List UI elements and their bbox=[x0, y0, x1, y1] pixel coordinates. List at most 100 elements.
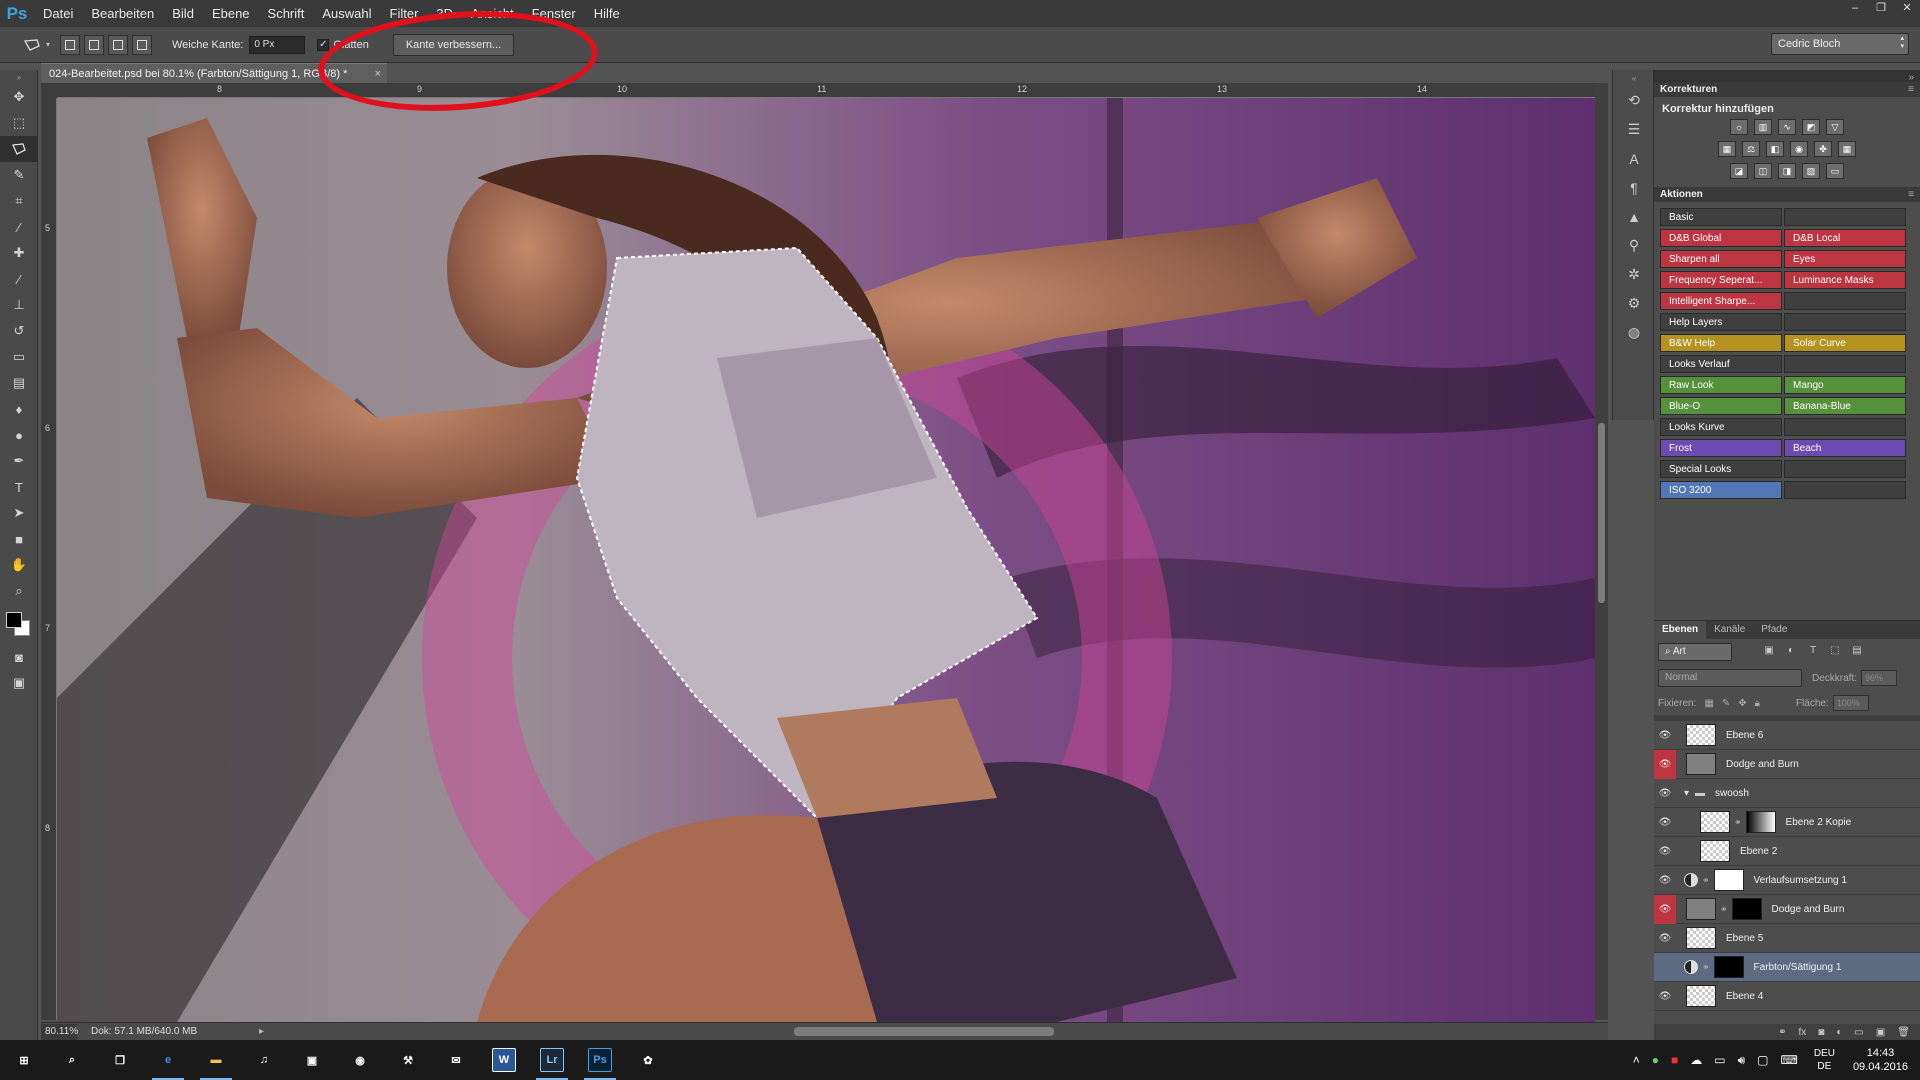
panel-menu-icon[interactable]: ≡ bbox=[1908, 82, 1914, 97]
vertical-scrollbar[interactable] bbox=[1595, 83, 1608, 1020]
action-item[interactable]: Beach bbox=[1784, 439, 1906, 457]
action-item[interactable]: Frequency Seperat... bbox=[1660, 271, 1782, 289]
subtract-selection-icon[interactable] bbox=[108, 34, 128, 55]
notification-icon[interactable]: ▢ bbox=[1757, 1053, 1768, 1067]
photo-filter-icon[interactable]: ◉ bbox=[1790, 141, 1808, 157]
eyedropper-icon[interactable]: ⁄ bbox=[0, 214, 38, 240]
lasso-tool-icon[interactable] bbox=[0, 136, 38, 162]
checkmark-icon[interactable]: ✓ bbox=[317, 38, 330, 51]
menu-bearbeiten[interactable]: Bearbeiten bbox=[82, 0, 163, 27]
close-button[interactable]: ✕ bbox=[1894, 0, 1920, 18]
tray-chevron-icon[interactable]: ˄ bbox=[1633, 1053, 1640, 1067]
visibility-eye-icon[interactable]: 👁︎ bbox=[1654, 721, 1676, 750]
tool-presets-icon[interactable]: ⚲ bbox=[1613, 231, 1655, 260]
mask-link-icon[interactable]: ⚭ bbox=[1720, 904, 1728, 915]
action-item[interactable]: Banana-Blue bbox=[1784, 397, 1906, 415]
tray-security-icon[interactable]: ■ bbox=[1671, 1053, 1678, 1067]
tab-ebenen[interactable]: Ebenen bbox=[1654, 621, 1707, 639]
tool-preset-arrow-icon[interactable]: ▾ bbox=[46, 40, 60, 49]
tray-cloud-icon[interactable]: ☁ bbox=[1690, 1053, 1702, 1067]
intersect-selection-icon[interactable] bbox=[132, 34, 152, 55]
history-brush-icon[interactable]: ↺ bbox=[0, 318, 38, 344]
kuler-panel-icon[interactable]: ◍ bbox=[1613, 318, 1655, 347]
quick-mask-icon[interactable]: ◙ bbox=[0, 644, 38, 670]
vibrance-icon[interactable]: ▽ bbox=[1826, 119, 1844, 135]
taskbar-word-icon[interactable]: W bbox=[480, 1040, 528, 1080]
properties-panel-icon[interactable]: ☰ bbox=[1613, 115, 1655, 144]
brush-settings-icon[interactable]: ✲ bbox=[1613, 260, 1655, 289]
visibility-eye-icon[interactable]: 👁︎ bbox=[1654, 866, 1676, 895]
layer-row[interactable]: 👁︎ Ebene 4 bbox=[1654, 982, 1920, 1011]
color-lookup-icon[interactable]: ▦ bbox=[1838, 141, 1856, 157]
mask-link-icon[interactable]: ⚭ bbox=[1702, 962, 1710, 973]
lock-position-icon[interactable]: ✥ bbox=[1738, 698, 1746, 709]
minimize-button[interactable]: – bbox=[1842, 0, 1868, 18]
horizontal-scroll-thumb[interactable] bbox=[794, 1027, 1054, 1036]
black-white-icon[interactable]: ◧ bbox=[1766, 141, 1784, 157]
keyboard-icon[interactable]: ⌨ bbox=[1780, 1053, 1797, 1067]
taskbar-steam-icon[interactable]: ◉ bbox=[336, 1040, 384, 1080]
invert-icon[interactable]: ◪ bbox=[1730, 163, 1748, 179]
visibility-eye-icon[interactable]: 👁︎ bbox=[1654, 808, 1676, 837]
color-swatches[interactable] bbox=[0, 604, 38, 644]
healing-brush-icon[interactable]: ✚ bbox=[0, 240, 38, 266]
layer-mask-thumbnail[interactable] bbox=[1731, 898, 1762, 920]
taskbar-mail-icon[interactable]: ✉ bbox=[432, 1040, 480, 1080]
polygonal-lasso-icon[interactable] bbox=[18, 33, 46, 57]
action-item[interactable]: Basic bbox=[1660, 208, 1782, 226]
lock-pixels-icon[interactable]: ✎ bbox=[1722, 698, 1730, 709]
collapse-icon[interactable]: » bbox=[0, 70, 38, 84]
taskbar-tool-icon[interactable]: ⚒ bbox=[384, 1040, 432, 1080]
action-item[interactable]: Help Layers bbox=[1660, 313, 1782, 331]
move-tool-icon[interactable]: ✥ bbox=[0, 84, 38, 110]
add-selection-icon[interactable] bbox=[84, 34, 104, 55]
fill-input[interactable]: 100% bbox=[1832, 695, 1869, 711]
taskbar-task-view-icon[interactable]: ❐ bbox=[96, 1040, 144, 1080]
opacity-input[interactable]: 96% bbox=[1861, 670, 1898, 686]
histogram-panel-icon[interactable]: ▲ bbox=[1613, 202, 1655, 231]
action-item[interactable] bbox=[1784, 460, 1906, 478]
collapse-icon[interactable]: « bbox=[1613, 70, 1655, 86]
menu-bild[interactable]: Bild bbox=[163, 0, 203, 27]
tab-kanaele[interactable]: Kanäle bbox=[1706, 621, 1753, 639]
action-item[interactable]: ISO 3200 bbox=[1660, 481, 1782, 499]
layer-row[interactable]: 👁︎ ⚭ Dodge and Burn bbox=[1654, 894, 1920, 924]
feather-input[interactable] bbox=[249, 35, 306, 54]
menu-schrift[interactable]: Schrift bbox=[259, 0, 314, 27]
dodge-tool-icon[interactable]: ● bbox=[0, 422, 38, 448]
character-panel-icon[interactable]: A bbox=[1613, 144, 1655, 173]
lock-transparency-icon[interactable]: ▦ bbox=[1704, 698, 1713, 709]
history-panel-icon[interactable]: ⟲ bbox=[1613, 86, 1655, 115]
action-item[interactable]: Raw Look bbox=[1660, 376, 1782, 394]
screen-mode-icon[interactable]: ▣ bbox=[0, 670, 38, 696]
pen-tool-icon[interactable]: ✒ bbox=[0, 448, 38, 474]
blur-tool-icon[interactable]: ♦ bbox=[0, 396, 38, 422]
restore-button[interactable]: ❐ bbox=[1868, 0, 1894, 18]
levels-icon[interactable]: ▥ bbox=[1754, 119, 1772, 135]
action-item[interactable]: Eyes bbox=[1784, 250, 1906, 268]
vertical-scroll-thumb[interactable] bbox=[1598, 423, 1605, 603]
path-selection-icon[interactable]: ➤ bbox=[0, 500, 38, 526]
color-balance-icon[interactable]: ⚖ bbox=[1742, 141, 1760, 157]
tray-app-icon[interactable]: ● bbox=[1652, 1053, 1659, 1067]
action-item[interactable]: Luminance Masks bbox=[1784, 271, 1906, 289]
visibility-eye-icon[interactable]: 👁︎ bbox=[1654, 924, 1676, 953]
brightness-icon[interactable]: ☼ bbox=[1730, 119, 1748, 135]
document-size[interactable]: Dok: 57.1 MB/640.0 MB bbox=[91, 1026, 259, 1037]
link-layers-icon[interactable]: ⚭ bbox=[1778, 1027, 1786, 1038]
add-mask-icon[interactable]: ◙ bbox=[1818, 1027, 1824, 1038]
hue-saturation-icon[interactable]: ▦ bbox=[1718, 141, 1736, 157]
quick-selection-icon[interactable]: ✎ bbox=[0, 162, 38, 188]
selective-color-icon[interactable]: ▭ bbox=[1826, 163, 1844, 179]
fx-icon[interactable]: fx bbox=[1799, 1027, 1807, 1038]
channel-mixer-icon[interactable]: ✤ bbox=[1814, 141, 1832, 157]
taskbar-explorer-icon[interactable]: ▬ bbox=[192, 1040, 240, 1080]
layer-row[interactable]: 👁︎ Dodge and Burn bbox=[1654, 749, 1920, 779]
hand-tool-icon[interactable]: ✋ bbox=[0, 552, 38, 578]
language-indicator[interactable]: DEU DE bbox=[1814, 1047, 1835, 1073]
filter-smart-object-icon[interactable]: ▤ bbox=[1850, 645, 1864, 659]
taskbar-start-icon[interactable]: ⊞ bbox=[0, 1040, 48, 1080]
filter-type-icon[interactable]: T bbox=[1806, 645, 1820, 659]
status-arrow-icon[interactable]: ▸ bbox=[259, 1026, 264, 1037]
marquee-tool-icon[interactable]: ⬚ bbox=[0, 110, 38, 136]
